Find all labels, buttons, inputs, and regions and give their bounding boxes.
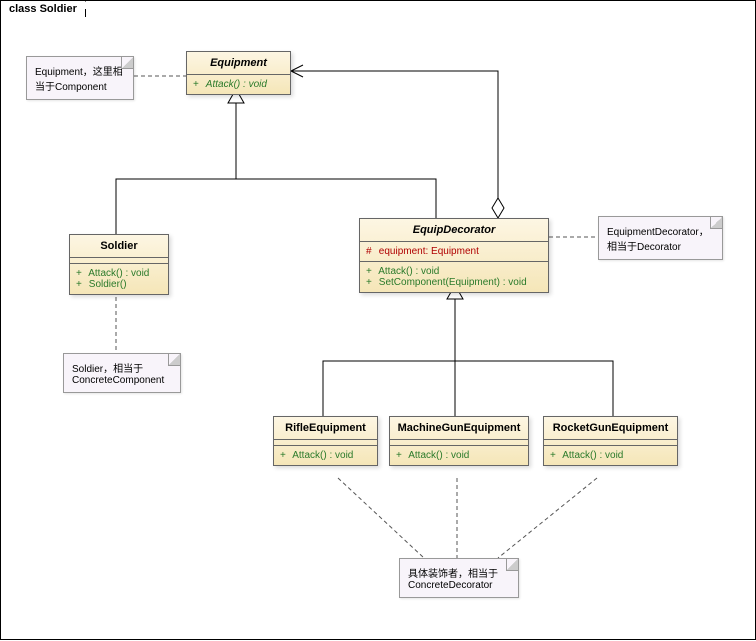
class-name: Equipment	[187, 52, 290, 75]
class-ops: + Attack() : void + Soldier()	[70, 264, 168, 294]
class-ops: + Attack() : void + SetComponent(Equipme…	[360, 262, 548, 292]
note-text: Equipment，这里相当于Component	[35, 67, 123, 93]
class-rocketgunequipment: RocketGunEquipment + Attack() : void	[543, 416, 678, 466]
note-equipment: Equipment，这里相当于Component	[26, 56, 134, 100]
class-ops: + Attack() : void	[544, 446, 677, 465]
note-fold-icon	[506, 559, 518, 571]
note-concrete-decorators: 具体装饰者，相当于ConcreteDecorator	[399, 558, 519, 598]
class-name: RifleEquipment	[274, 417, 377, 440]
class-name: Soldier	[70, 235, 168, 258]
note-soldier: Soldier，相当于ConcreteComponent	[63, 353, 181, 393]
note-text: EquipmentDecorator，相当于Decorator	[607, 227, 709, 253]
class-soldier: Soldier + Attack() : void + Soldier()	[69, 234, 169, 295]
note-equipdecorator: EquipmentDecorator，相当于Decorator	[598, 216, 723, 260]
class-attrs: # equipment: Equipment	[360, 242, 548, 262]
class-name: RocketGunEquipment	[544, 417, 677, 440]
class-ops: + Attack() : void	[274, 446, 377, 465]
class-name: MachineGunEquipment	[390, 417, 528, 440]
note-fold-icon	[121, 57, 133, 69]
note-fold-icon	[710, 217, 722, 229]
class-ops: + Attack() : void	[187, 75, 290, 94]
diagram-canvas: class Soldier Equipment + At	[0, 0, 756, 640]
class-name: EquipDecorator	[360, 219, 548, 242]
class-ops: + Attack() : void	[390, 446, 528, 465]
class-equipdecorator: EquipDecorator # equipment: Equipment + …	[359, 218, 549, 293]
note-fold-icon	[168, 354, 180, 366]
class-machinegunequipment: MachineGunEquipment + Attack() : void	[389, 416, 529, 466]
class-rifleequipment: RifleEquipment + Attack() : void	[273, 416, 378, 466]
note-text: 具体装饰者，相当于ConcreteDecorator	[408, 569, 498, 591]
class-equipment: Equipment + Attack() : void	[186, 51, 291, 95]
note-text: Soldier，相当于ConcreteComponent	[72, 364, 164, 386]
diagram-title: class Soldier	[0, 0, 86, 17]
